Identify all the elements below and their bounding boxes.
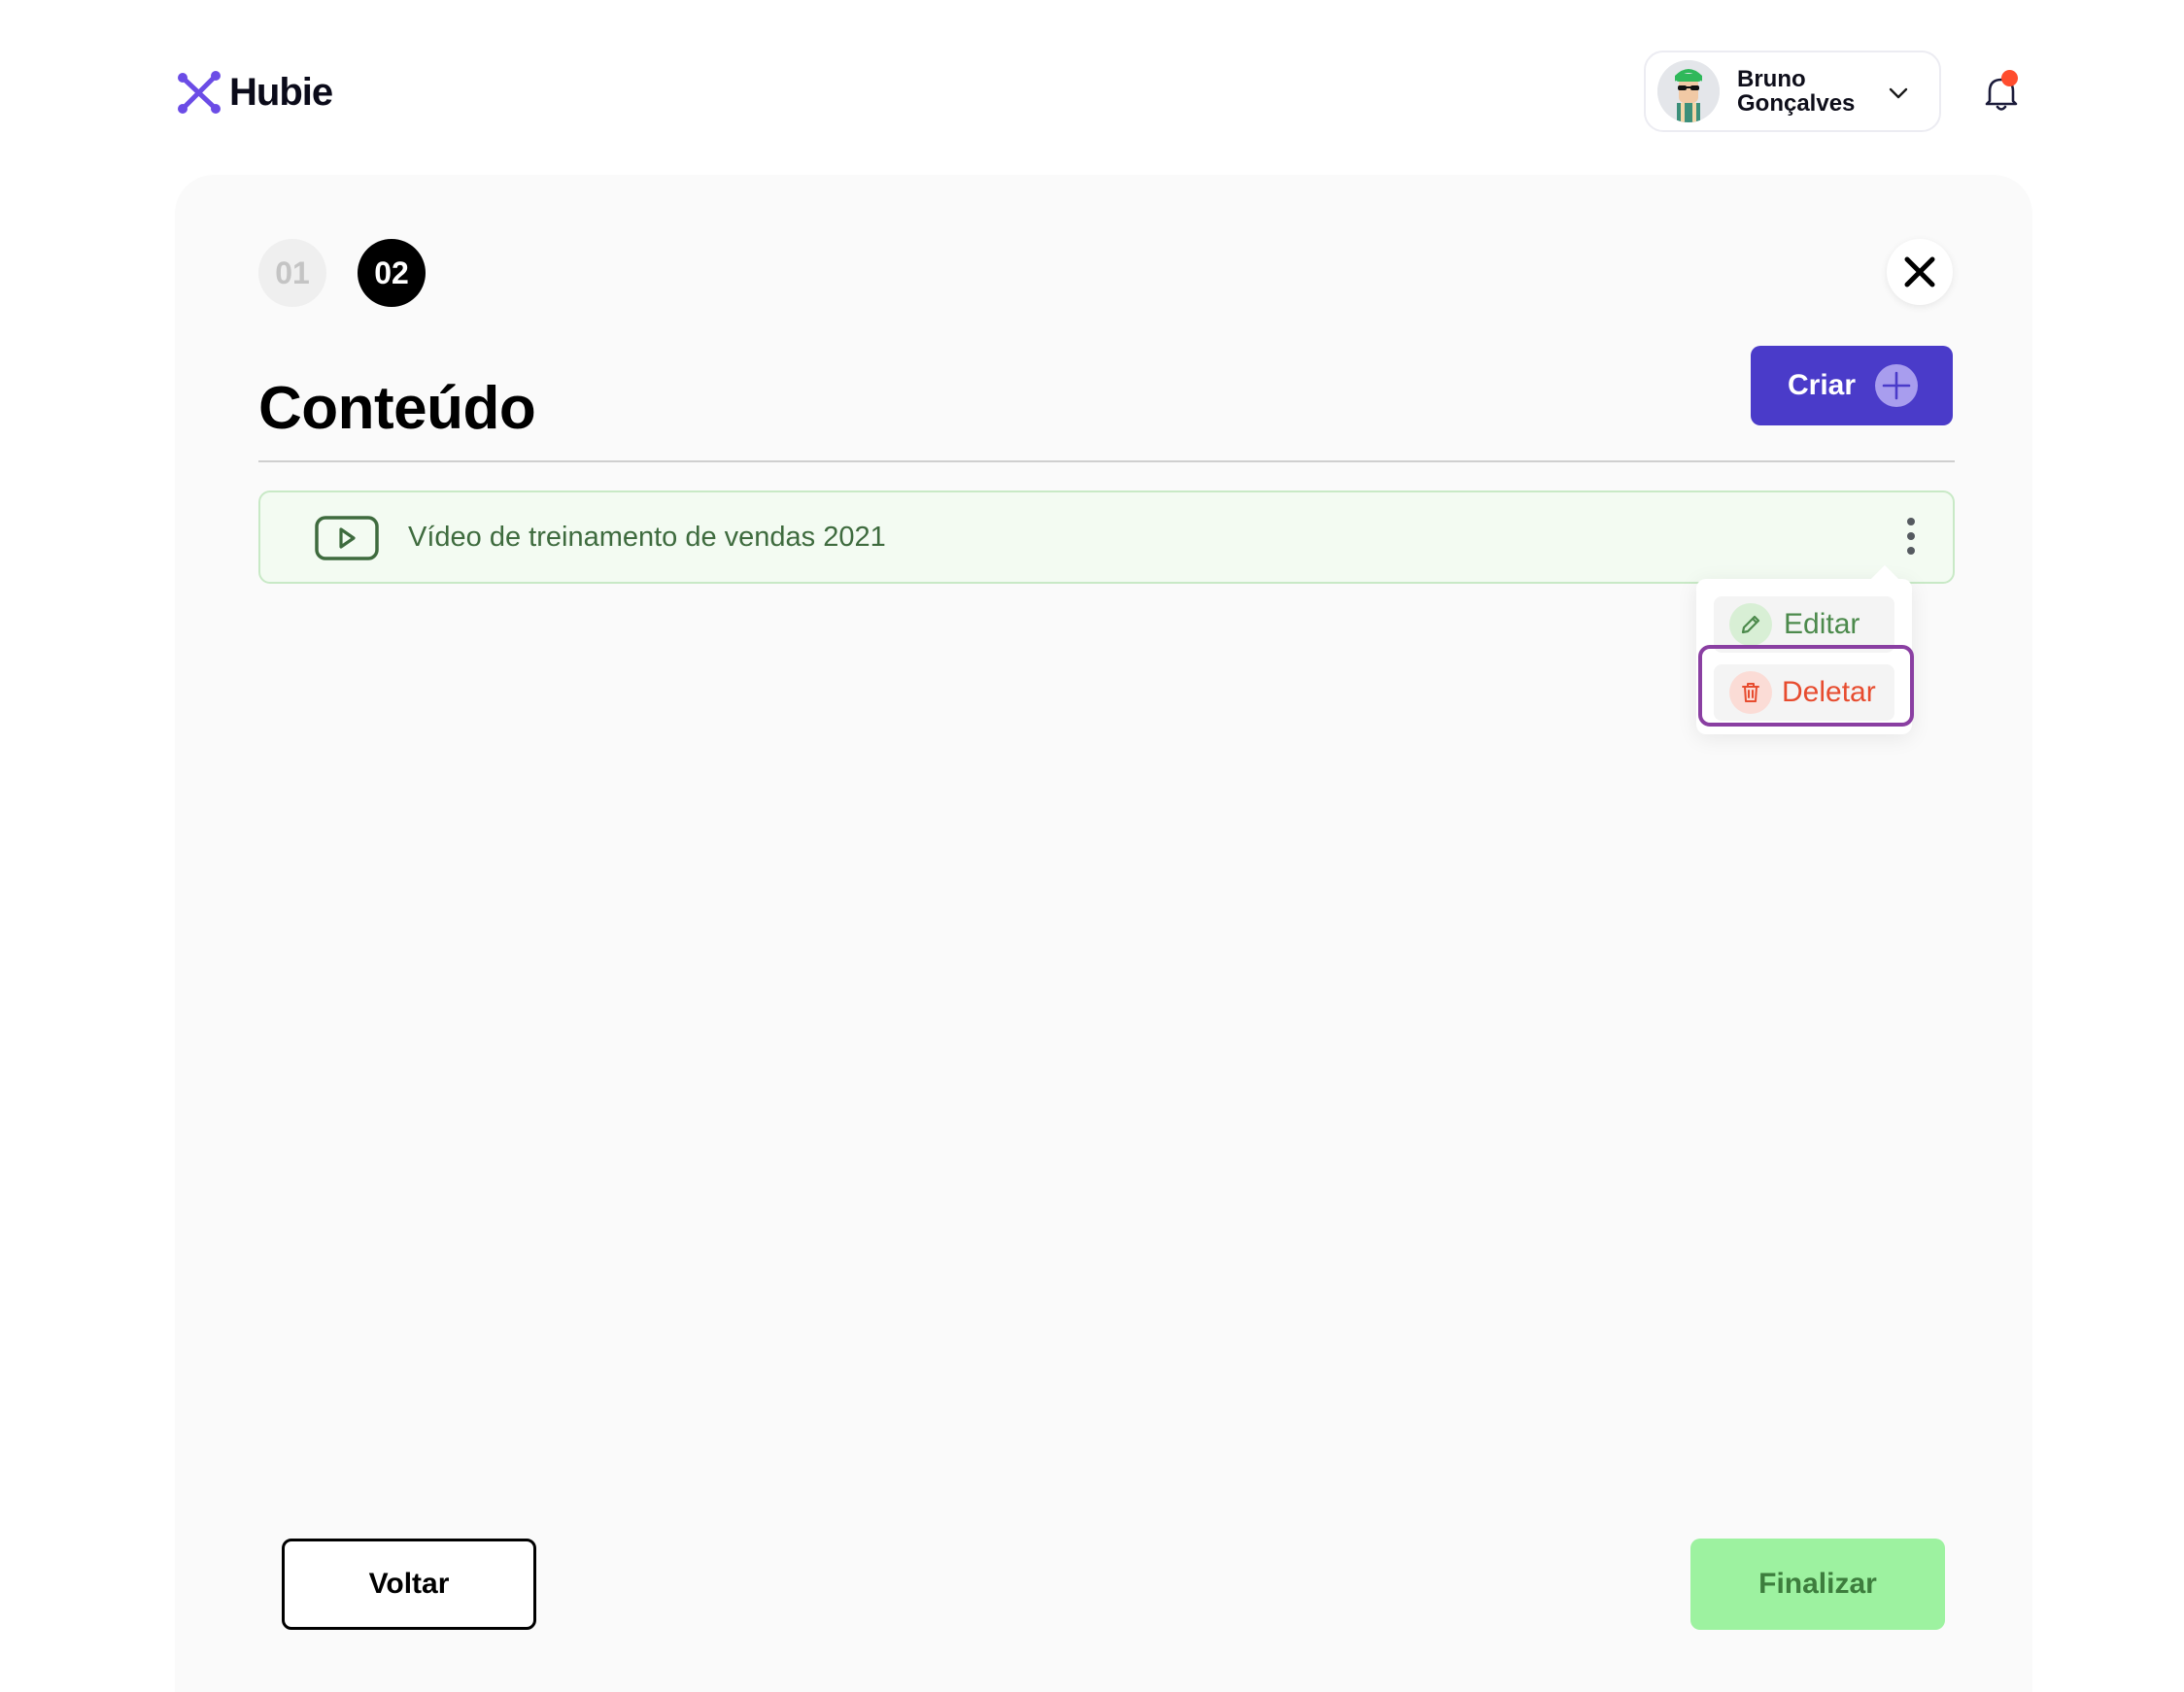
notification-badge [2001,70,2018,86]
back-button[interactable]: Voltar [282,1539,536,1630]
user-menu[interactable]: Bruno Gonçalves [1644,51,1941,132]
plus-icon [1875,364,1918,407]
avatar [1657,60,1720,122]
video-play-icon [315,516,379,560]
kebab-icon[interactable] [1904,518,1918,557]
create-button[interactable]: Criar [1751,346,1953,425]
edit-label: Editar [1784,608,1860,640]
user-first-name: Bruno [1737,66,1806,92]
brand-logo[interactable]: Hubie [175,66,333,118]
create-button-label: Criar [1788,369,1857,401]
user-name: Bruno Gonçalves [1737,67,1855,116]
step-indicator-2[interactable]: 02 [358,239,426,307]
content-item[interactable]: Vídeo de treinamento de vendas 2021 [258,491,1955,584]
content-step-panel: 01 02 Conteúdo Criar Vídeo de treinament… [175,175,2032,1692]
title-divider [258,460,1955,462]
chevron-down-icon[interactable] [1887,82,1910,105]
pencil-icon [1729,603,1772,646]
close-button[interactable] [1887,239,1953,305]
content-item-title: Vídeo de treinamento de vendas 2021 [408,522,886,553]
brand-name: Hubie [229,70,333,114]
page-title: Conteúdo [258,375,536,442]
step-indicator-1[interactable]: 01 [258,239,326,307]
finish-button[interactable]: Finalizar [1690,1539,1945,1630]
close-icon [1904,256,1935,288]
delete-highlight-outline [1698,645,1914,727]
user-last-name: Gonçalves [1737,90,1856,117]
hubie-logo-icon [178,71,221,114]
